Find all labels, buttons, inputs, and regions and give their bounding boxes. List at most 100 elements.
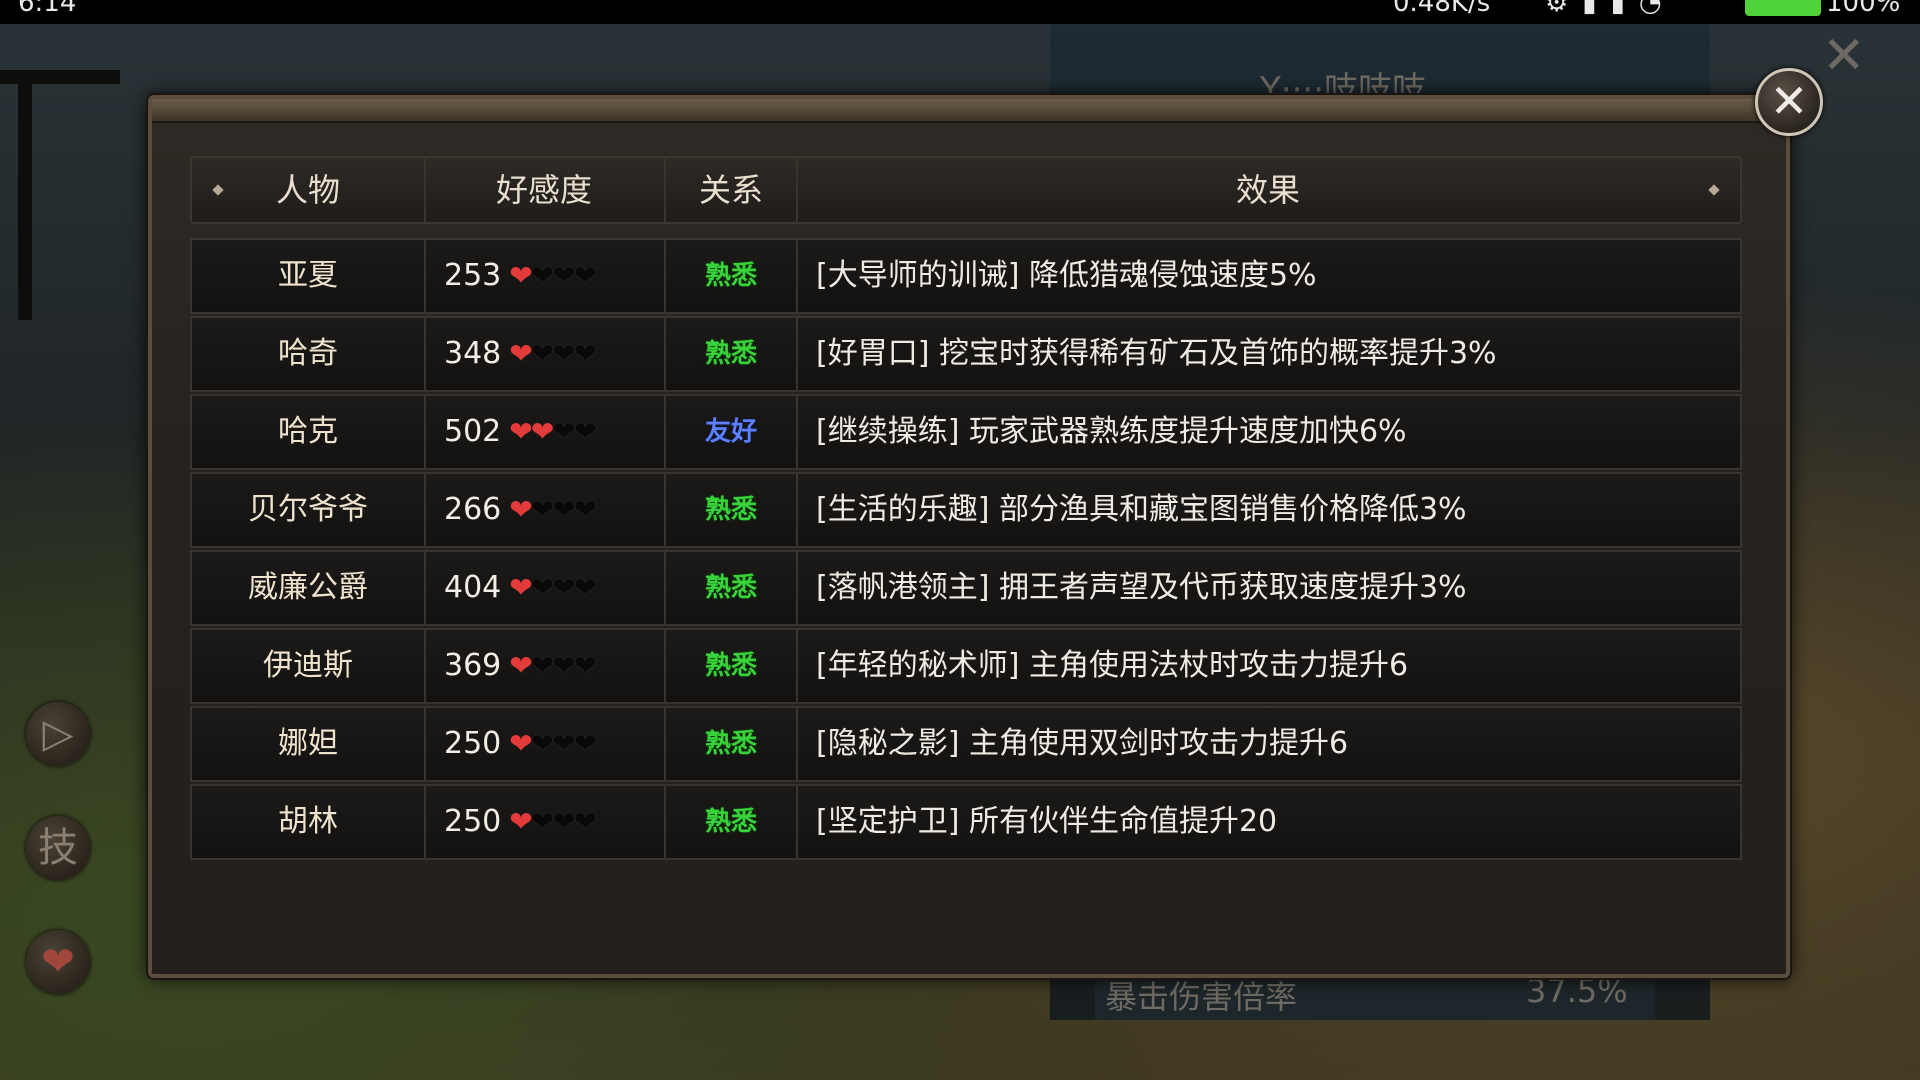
table-row[interactable]: 娜妲 250 ❤❤❤❤ 熟悉 [隐秘之影] 主角使用双剑时攻击力提升6	[190, 706, 1742, 782]
status-signal-icons: ⚙▮▮◔	[1545, 0, 1676, 18]
cell-divider	[796, 240, 798, 312]
cell-divider	[796, 474, 798, 546]
effect-text: [落帆港领主] 拥王者声望及代币获取速度提升3%	[816, 570, 1467, 605]
heart-empty-icon: ❤	[573, 493, 598, 526]
table-row[interactable]: 哈奇 348 ❤❤❤❤ 熟悉 [好胃口] 挖宝时获得稀有矿石及首饰的概率提升3%	[190, 316, 1742, 392]
heart-empty-icon: ❤	[530, 805, 555, 838]
table-row[interactable]: 伊迪斯 369 ❤❤❤❤ 熟悉 [年轻的秘术师] 主角使用法杖时攻击力提升6	[190, 628, 1742, 704]
affinity-hearts: ❤❤❤❤	[509, 336, 598, 371]
relation-badge: 熟悉	[704, 339, 757, 369]
cell-divider	[424, 630, 426, 702]
relation-badge: 熟悉	[704, 573, 757, 603]
heart-empty-icon: ❤	[573, 571, 598, 604]
character-name: 胡林	[278, 804, 338, 839]
table-row[interactable]: 哈克 502 ❤❤❤❤ 友好 [继续操练] 玩家武器熟练度提升速度加快6%	[190, 394, 1742, 470]
heart-empty-icon: ❤	[552, 337, 576, 370]
affinity-hearts: ❤❤❤❤	[509, 726, 598, 761]
heart-filled-icon: ❤	[509, 337, 533, 370]
affinity-value: 250	[444, 726, 502, 761]
heart-filled-icon: ❤	[509, 805, 533, 838]
side-heart-button[interactable]: ❤	[26, 930, 90, 994]
heart-filled-icon: ❤	[530, 415, 555, 448]
effect-text: [大导师的训诫] 降低猎魂侵蚀速度5%	[816, 258, 1317, 293]
background-stat-label: 暴击伤害倍率	[1105, 978, 1298, 1016]
affinity-cell: 253 ❤❤❤❤	[444, 240, 664, 312]
panel-close-button[interactable]: ✕	[1755, 68, 1823, 136]
affinity-value: 404	[444, 570, 502, 605]
heart-filled-icon: ❤	[509, 571, 533, 604]
affinity-hearts: ❤❤❤❤	[509, 492, 598, 527]
header-character: 人物	[275, 171, 340, 209]
heart-empty-icon: ❤	[552, 415, 576, 448]
heart-filled-icon: ❤	[509, 259, 533, 292]
heart-empty-icon: ❤	[530, 493, 555, 526]
table-row[interactable]: 贝尔爷爷 266 ❤❤❤❤ 熟悉 [生活的乐趣] 部分渔具和藏宝图销售价格降低3%	[190, 472, 1742, 548]
character-name: 贝尔爷爷	[248, 492, 368, 527]
cell-divider	[424, 396, 426, 468]
affinity-cell: 250 ❤❤❤❤	[444, 786, 664, 858]
character-name: 威廉公爵	[248, 570, 368, 605]
cell-divider	[796, 708, 798, 780]
cell-divider	[796, 318, 798, 390]
table-row[interactable]: 胡林 250 ❤❤❤❤ 熟悉 [坚定护卫] 所有伙伴生命值提升20	[190, 784, 1742, 860]
status-battery: 100%	[1826, 0, 1901, 18]
cell-divider	[796, 786, 798, 858]
heart-filled-icon: ❤	[509, 493, 533, 526]
affinity-value: 502	[444, 414, 502, 449]
table-row[interactable]: 亚夏 253 ❤❤❤❤ 熟悉 [大导师的训诫] 降低猎魂侵蚀速度5%	[190, 238, 1742, 314]
heart-empty-icon: ❤	[573, 805, 598, 838]
effect-text: [继续操练] 玩家武器熟练度提升速度加快6%	[816, 414, 1407, 449]
heart-filled-icon: ❤	[509, 415, 533, 448]
heart-empty-icon: ❤	[573, 259, 598, 292]
heart-empty-icon: ❤	[552, 649, 576, 682]
table-header: 人物 好感度 关系 效果	[190, 156, 1742, 224]
side-skill-button[interactable]: 技	[26, 816, 90, 880]
character-name: 哈克	[278, 414, 338, 449]
effect-text: [坚定护卫] 所有伙伴生命值提升20	[816, 804, 1278, 839]
scene-close-icon[interactable]: ✕	[1822, 30, 1866, 82]
character-name: 哈奇	[278, 336, 338, 371]
relation-badge: 熟悉	[704, 729, 757, 759]
heart-empty-icon: ❤	[552, 493, 576, 526]
cell-divider	[796, 396, 798, 468]
cell-divider	[424, 708, 426, 780]
affinity-hearts: ❤❤❤❤	[509, 258, 598, 293]
heart-empty-icon: ❤	[552, 259, 576, 292]
heart-empty-icon: ❤	[573, 337, 598, 370]
cell-divider	[796, 552, 798, 624]
table-row[interactable]: 威廉公爵 404 ❤❤❤❤ 熟悉 [落帆港领主] 拥王者声望及代币获取速度提升3%	[190, 550, 1742, 626]
affinity-value: 266	[444, 492, 502, 527]
affinity-value: 348	[444, 336, 502, 371]
relation-badge: 熟悉	[704, 807, 757, 837]
effect-text: [好胃口] 挖宝时获得稀有矿石及首饰的概率提升3%	[816, 336, 1497, 371]
side-arrow-button[interactable]: ▷	[26, 702, 90, 766]
affinity-cell: 404 ❤❤❤❤	[444, 552, 664, 624]
effect-text: [隐秘之影] 主角使用双剑时攻击力提升6	[816, 726, 1349, 761]
heart-empty-icon: ❤	[573, 649, 598, 682]
relation-badge: 友好	[704, 417, 757, 447]
effect-text: [生活的乐趣] 部分渔具和藏宝图销售价格降低3%	[816, 492, 1467, 527]
affinity-cell: 502 ❤❤❤❤	[444, 396, 664, 468]
status-time: 6:14	[18, 0, 77, 18]
header-affinity: 好感度	[495, 171, 592, 209]
heart-empty-icon: ❤	[573, 415, 598, 448]
heart-empty-icon: ❤	[573, 727, 598, 760]
status-bar: 6:14 0.48K/s ⚙▮▮◔ 100%	[0, 0, 1920, 24]
heart-empty-icon: ❤	[552, 805, 576, 838]
game-scene: Y····吱吱吱 暴击伤害倍率 37.5% ▷ 技 ❤ ✕ 6:14 0.48K…	[0, 0, 1920, 1080]
character-name: 亚夏	[278, 258, 338, 293]
heart-empty-icon: ❤	[552, 727, 576, 760]
character-name: 伊迪斯	[263, 648, 353, 683]
heart-filled-icon: ❤	[509, 727, 533, 760]
relation-badge: 熟悉	[704, 495, 757, 525]
heart-empty-icon: ❤	[530, 259, 555, 292]
affinity-hearts: ❤❤❤❤	[509, 648, 598, 683]
affinity-value: 253	[444, 258, 502, 293]
affinity-cell: 250 ❤❤❤❤	[444, 708, 664, 780]
status-network-speed: 0.48K/s	[1393, 0, 1491, 18]
battery-icon	[1745, 0, 1821, 16]
affinity-cell: 266 ❤❤❤❤	[444, 474, 664, 546]
affinity-cell: 348 ❤❤❤❤	[444, 318, 664, 390]
background-lamp-post	[18, 70, 32, 320]
affinity-cell: 369 ❤❤❤❤	[444, 630, 664, 702]
